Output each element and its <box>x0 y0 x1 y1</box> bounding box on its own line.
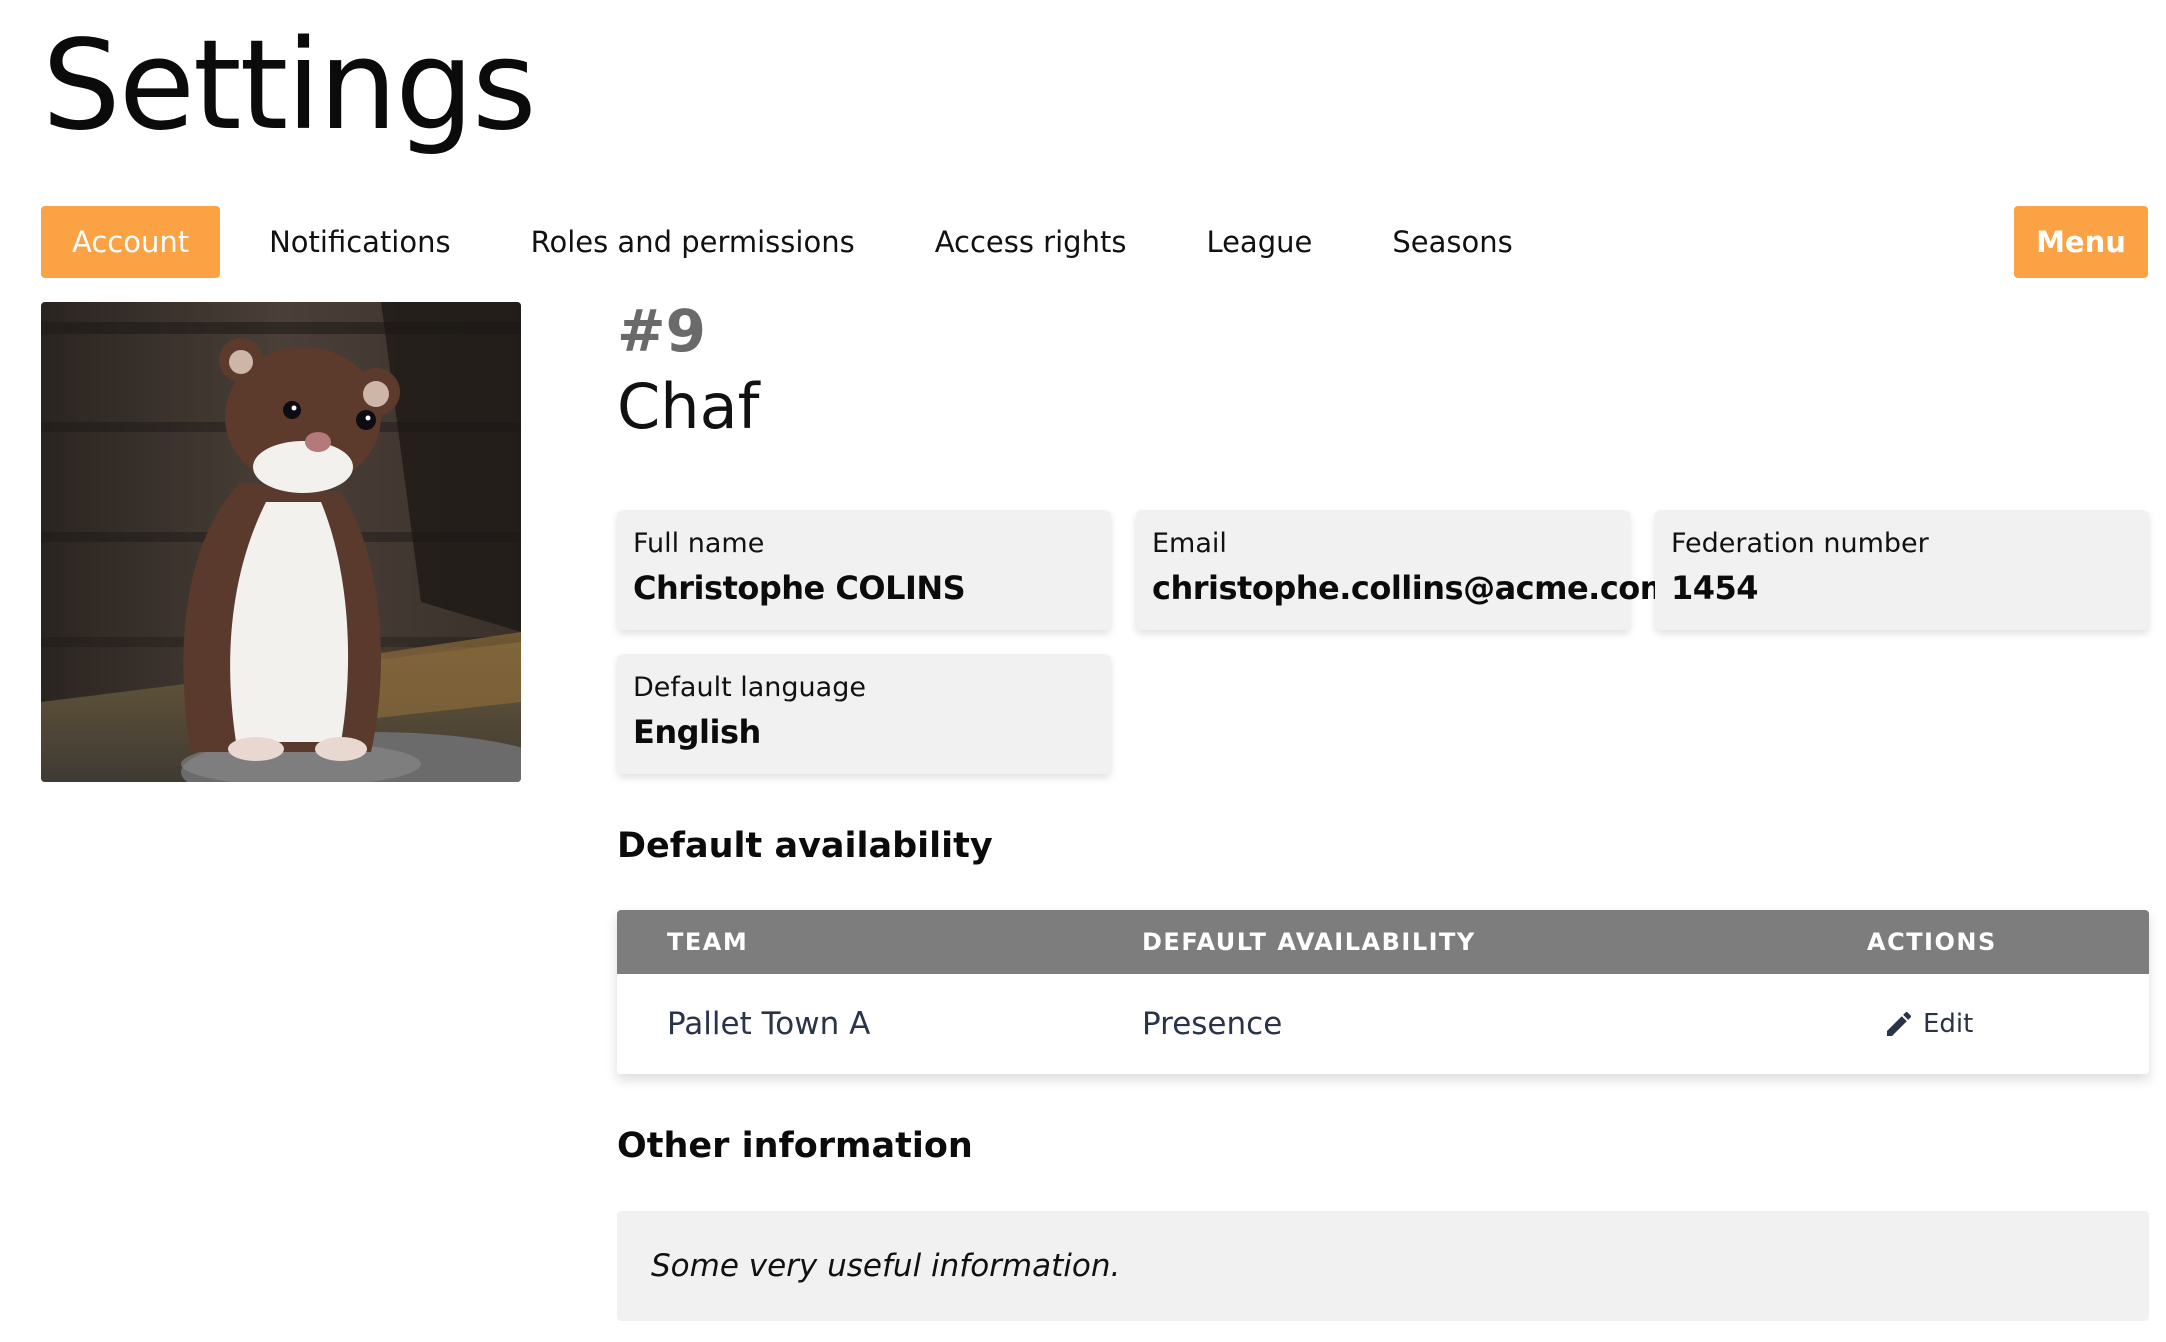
email-card: Email christophe.collins@acme.com <box>1136 510 1673 630</box>
avatar-image <box>41 302 521 782</box>
availability-table: TEAM DEFAULT AVAILABILITY ACTIONS Pallet… <box>617 910 2149 1074</box>
page-title: Settings <box>42 14 537 158</box>
edit-button[interactable]: Edit <box>1883 1008 1973 1040</box>
tab-league[interactable]: League <box>1206 206 1312 278</box>
player-number: #9 <box>617 297 706 365</box>
default-language-card: Default language English <box>617 654 1111 774</box>
other-information-text: Some very useful information. <box>617 1211 2149 1321</box>
table-header: TEAM DEFAULT AVAILABILITY ACTIONS <box>617 910 2149 974</box>
tab-seasons[interactable]: Seasons <box>1392 206 1512 278</box>
settings-tabs: Account Notifications Roles and permissi… <box>41 206 1593 278</box>
federation-number-value: 1454 <box>1671 569 1759 607</box>
column-header-default-availability: DEFAULT AVAILABILITY <box>1142 928 1476 956</box>
full-name-value: Christophe COLINS <box>633 569 966 607</box>
default-language-label: Default language <box>633 672 866 703</box>
email-label: Email <box>1152 528 1227 559</box>
tab-account[interactable]: Account <box>41 206 221 278</box>
federation-number-card: Federation number 1454 <box>1655 510 2149 630</box>
actions-cell: Edit <box>1867 1008 2149 1040</box>
table-row: Pallet Town A Presence Edit <box>617 974 2149 1074</box>
tab-notifications[interactable]: Notifications <box>269 206 451 278</box>
default-availability-heading: Default availability <box>617 826 993 866</box>
pencil-icon <box>1887 1011 1912 1036</box>
full-name-card: Full name Christophe COLINS <box>617 510 1111 630</box>
tab-access-rights[interactable]: Access rights <box>935 206 1127 278</box>
team-cell: Pallet Town A <box>667 1006 871 1042</box>
default-language-value: English <box>633 713 761 751</box>
column-header-team: TEAM <box>667 928 749 956</box>
avatar <box>41 302 521 782</box>
player-nickname: Chaf <box>617 370 760 443</box>
tab-roles-and-permissions[interactable]: Roles and permissions <box>531 206 855 278</box>
federation-number-label: Federation number <box>1671 528 1929 559</box>
column-header-actions: ACTIONS <box>1867 928 1997 956</box>
full-name-label: Full name <box>633 528 765 559</box>
other-information-heading: Other information <box>617 1126 973 1166</box>
availability-cell: Presence <box>1142 1006 1283 1042</box>
email-value: christophe.collins@acme.com <box>1152 569 1673 607</box>
edit-label: Edit <box>1923 1009 1974 1039</box>
menu-button[interactable]: Menu <box>2014 206 2148 278</box>
settings-page: Settings Account Notifications Roles and… <box>0 0 2166 1342</box>
